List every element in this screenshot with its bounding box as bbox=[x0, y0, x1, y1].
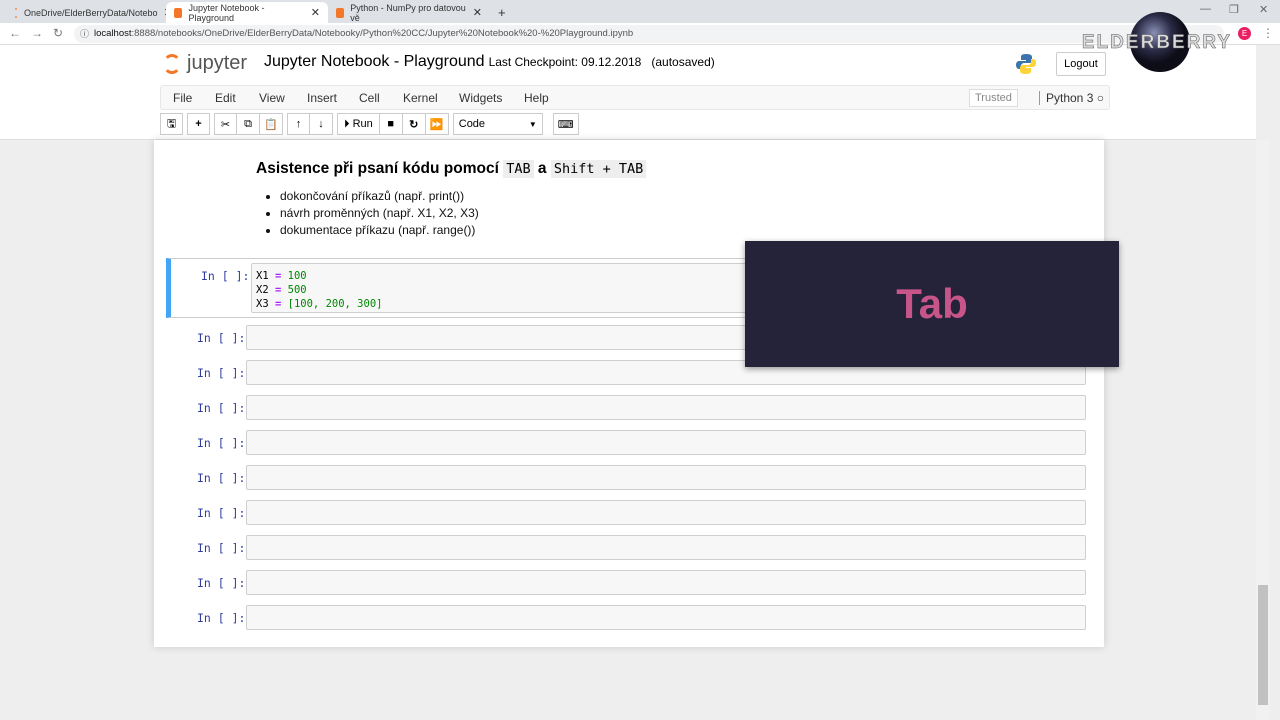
notebook-title[interactable]: Jupyter Notebook - Playground Last Checkp… bbox=[264, 53, 715, 71]
cell-prompt: In [ ]: bbox=[201, 269, 250, 283]
markdown-cell[interactable]: Asistence při psaní kódu pomocí TAB a Sh… bbox=[256, 160, 647, 239]
move-up-button[interactable]: ↑ bbox=[287, 113, 310, 135]
stop-icon: ■ bbox=[387, 118, 395, 130]
cell-prompt: In [ ]: bbox=[197, 331, 246, 345]
arrow-down-icon: ↓ bbox=[318, 118, 324, 130]
menu-insert[interactable]: Insert bbox=[307, 91, 337, 105]
restart-run-all-button[interactable]: ⏩ bbox=[425, 113, 449, 135]
cell-prompt: In [ ]: bbox=[197, 576, 246, 590]
markdown-heading: Asistence při psaní kódu pomocí TAB a Sh… bbox=[256, 160, 647, 178]
browser-tab[interactable]: Python - NumPy pro datovou vě ✕ bbox=[328, 2, 490, 23]
reload-icon[interactable]: ↻ bbox=[53, 26, 63, 40]
code-cell[interactable]: In [ ]: bbox=[166, 533, 1086, 563]
menu-edit[interactable]: Edit bbox=[215, 91, 236, 105]
url-input[interactable]: ⓘ localhost:8888/notebooks/OneDrive/Elder… bbox=[74, 25, 1224, 43]
code-cell[interactable]: In [ ]: bbox=[166, 603, 1086, 633]
jupyter-logo[interactable]: jupyter bbox=[163, 52, 247, 75]
cell-prompt: In [ ]: bbox=[197, 401, 246, 415]
cell-prompt: In [ ]: bbox=[197, 506, 246, 520]
elderberry-watermark-logo: ELDERBERRY bbox=[1082, 12, 1232, 72]
command-palette-button[interactable]: ⌨ bbox=[552, 113, 579, 135]
code-input[interactable] bbox=[246, 605, 1086, 630]
back-icon[interactable]: ← bbox=[9, 26, 21, 40]
interrupt-button[interactable]: ■ bbox=[379, 113, 403, 135]
jupyter-logo-icon bbox=[163, 53, 181, 74]
cell-prompt: In [ ]: bbox=[197, 611, 246, 625]
browser-menu-icon[interactable]: ⋮ bbox=[1262, 26, 1274, 40]
insert-cell-button[interactable]: + bbox=[187, 113, 210, 135]
menu-bar: File Edit View Insert Cell Kernel Widget… bbox=[160, 85, 1110, 110]
restart-icon: ↻ bbox=[409, 118, 419, 131]
code-input[interactable] bbox=[246, 535, 1086, 560]
code-input[interactable] bbox=[246, 430, 1086, 455]
restart-button[interactable]: ↻ bbox=[402, 113, 426, 135]
save-button[interactable]: 🖫 bbox=[160, 113, 183, 135]
code-cell[interactable]: In [ ]: bbox=[166, 498, 1086, 528]
info-icon: ⓘ bbox=[80, 29, 90, 39]
jupyter-favicon-icon bbox=[14, 7, 18, 18]
scrollbar-thumb[interactable] bbox=[1258, 585, 1268, 705]
toolbar: 🖫 + ✂ ⧉ 📋 ↑ ↓ ⏵ Run ■ ↻ ⏩ Code ▼ ⌨ bbox=[160, 113, 579, 137]
notebook-favicon-icon bbox=[174, 7, 183, 18]
cut-button[interactable]: ✂ bbox=[214, 113, 237, 135]
forward-icon[interactable]: → bbox=[31, 26, 43, 40]
menu-help[interactable]: Help bbox=[524, 91, 549, 105]
code-cell[interactable]: In [ ]: bbox=[166, 428, 1086, 458]
code-input[interactable] bbox=[246, 395, 1086, 420]
scissors-icon: ✂ bbox=[220, 118, 231, 131]
svg-text:ELDERBERRY: ELDERBERRY bbox=[1082, 32, 1232, 53]
copy-button[interactable]: ⧉ bbox=[237, 113, 260, 135]
notebook-favicon-icon bbox=[336, 7, 345, 18]
cell-prompt: In [ ]: bbox=[197, 366, 246, 380]
checkpoint-status: Last Checkpoint: 09.12.2018 (autosaved) bbox=[488, 55, 715, 69]
cell-prompt: In [ ]: bbox=[197, 436, 246, 450]
cell-prompt: In [ ]: bbox=[197, 541, 246, 555]
python-logo-icon bbox=[1016, 54, 1036, 74]
notebook-container: Asistence při psaní kódu pomocí TAB a Sh… bbox=[154, 140, 1104, 647]
menu-view[interactable]: View bbox=[259, 91, 285, 105]
browser-tab[interactable]: Jupyter Notebook - Playground ✕ bbox=[166, 2, 328, 23]
close-window-icon[interactable]: ✕ bbox=[1259, 3, 1268, 16]
kernel-indicator: Python 3 ○ bbox=[1039, 91, 1104, 105]
run-button[interactable]: ⏵ Run bbox=[337, 113, 380, 135]
page-scrollbar[interactable] bbox=[1256, 140, 1270, 720]
menu-cell[interactable]: Cell bbox=[359, 91, 380, 105]
kernel-idle-icon: ○ bbox=[1096, 91, 1104, 105]
keystroke-overlay: Tab bbox=[745, 241, 1119, 367]
code-cell[interactable]: In [ ]: bbox=[166, 568, 1086, 598]
code-input[interactable] bbox=[246, 500, 1086, 525]
copy-icon: ⧉ bbox=[244, 117, 252, 130]
list-item: dokončování příkazů (např. print()) bbox=[280, 188, 646, 205]
menu-file[interactable]: File bbox=[173, 91, 192, 105]
cell-prompt: In [ ]: bbox=[197, 471, 246, 485]
keyboard-icon: ⌨ bbox=[557, 118, 574, 131]
close-tab-icon[interactable]: ✕ bbox=[311, 6, 320, 19]
browser-tab[interactable]: OneDrive/ElderBerryData/Notebo✕ bbox=[6, 2, 173, 23]
list-item: dokumentace příkazu (např. range()) bbox=[280, 222, 646, 239]
paste-icon: 📋 bbox=[264, 118, 278, 131]
trusted-badge[interactable]: Trusted bbox=[969, 89, 1018, 107]
menu-widgets[interactable]: Widgets bbox=[459, 91, 502, 105]
step-forward-icon: ⏵ bbox=[344, 117, 350, 130]
menu-kernel[interactable]: Kernel bbox=[403, 91, 438, 105]
paste-button[interactable]: 📋 bbox=[260, 113, 283, 135]
arrow-up-icon: ↑ bbox=[295, 118, 302, 130]
code-cell[interactable]: In [ ]: bbox=[166, 393, 1086, 423]
move-down-button[interactable]: ↓ bbox=[310, 113, 333, 135]
plus-icon: + bbox=[195, 118, 202, 130]
bullet-list: dokončování příkazů (např. print()) návr… bbox=[280, 188, 646, 239]
code-cell[interactable]: In [ ]: bbox=[166, 463, 1086, 493]
close-tab-icon[interactable]: ✕ bbox=[473, 6, 482, 19]
list-item: návrh proměnných (např. X1, X2, X3) bbox=[280, 205, 646, 222]
fast-forward-icon: ⏩ bbox=[429, 118, 444, 131]
new-tab-button[interactable]: + bbox=[490, 2, 514, 23]
cell-type-select[interactable]: Code ▼ bbox=[452, 113, 543, 135]
code-input[interactable] bbox=[246, 465, 1086, 490]
save-icon: 🖫 bbox=[166, 117, 177, 130]
code-input[interactable] bbox=[246, 570, 1086, 595]
caret-down-icon: ▼ bbox=[528, 119, 537, 129]
